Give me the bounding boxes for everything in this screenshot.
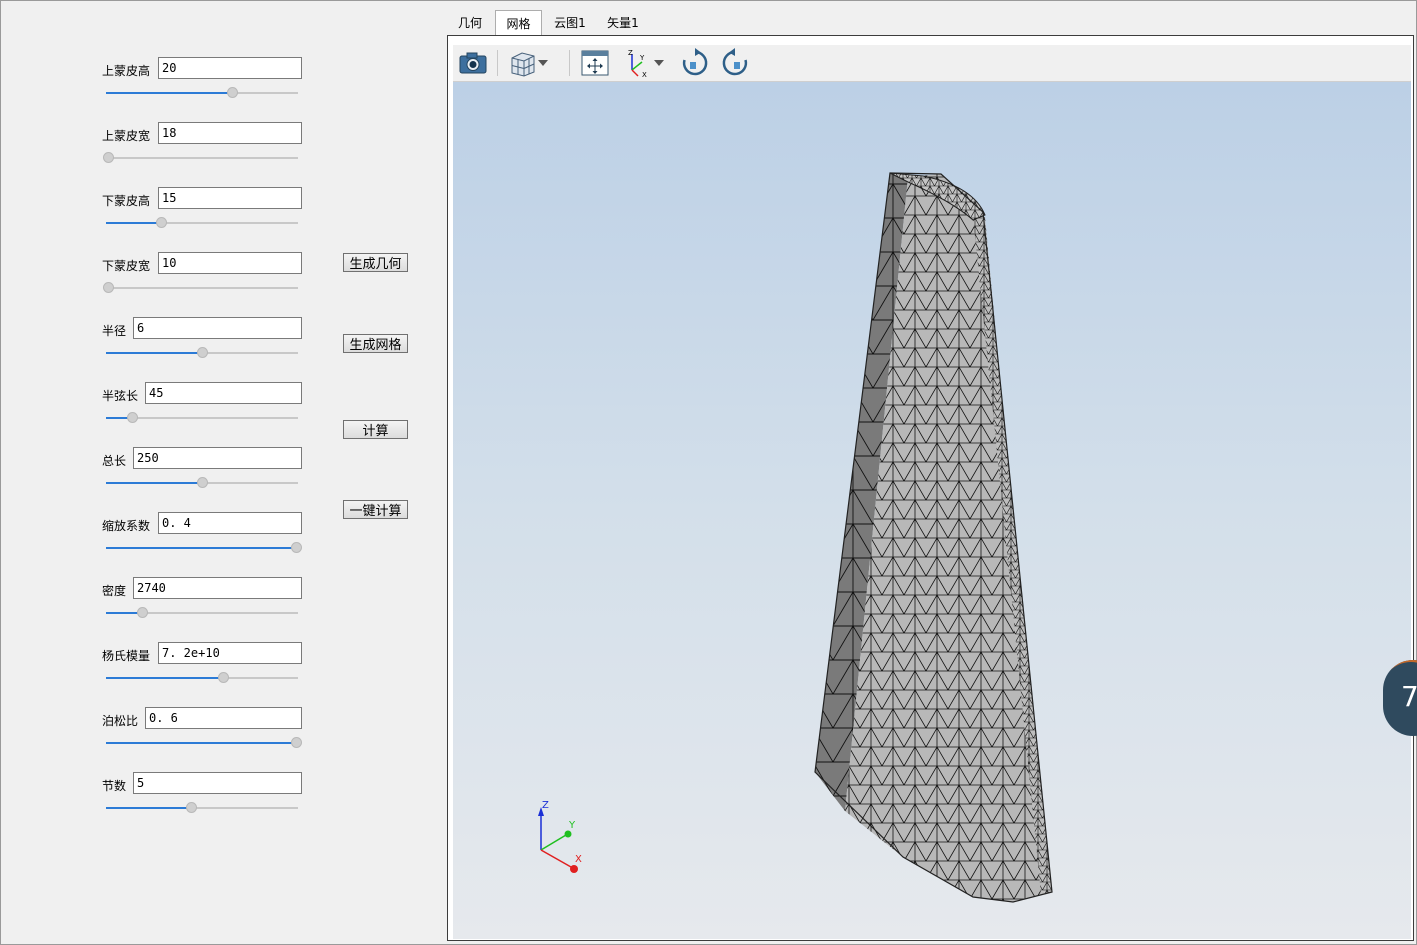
youngs-modulus-input[interactable] [158,642,302,664]
slider-handle[interactable] [197,477,208,488]
slider-handle[interactable] [185,802,197,813]
tab-label: 矢量1 [607,16,639,30]
axis-z-label: Z [542,800,549,811]
youngs-modulus-slider[interactable] [106,672,298,683]
slider-fill [106,92,233,94]
param-poisson-ratio: 泊松比 [102,707,312,757]
slider-fill [106,547,298,549]
param-section-count: 节数 [102,772,312,822]
camera-icon[interactable] [457,48,489,78]
upper-skin-width-input[interactable] [158,122,302,144]
param-upper-skin-height: 上蒙皮高 [102,57,312,107]
badge-text: 7 [1401,680,1417,713]
wing-mesh: Z Y X [538,172,1053,903]
scale-factor-slider[interactable] [106,542,302,553]
svg-text:Y: Y [639,54,645,62]
axis-triad: Z Y X [538,800,582,873]
param-label: 下蒙皮宽 [102,259,151,273]
param-label: 缩放系数 [102,519,151,533]
slider-handle[interactable] [291,737,302,748]
scale-factor-input[interactable] [158,512,302,534]
dropdown-arrow-icon[interactable] [651,48,667,78]
param-label: 半弦长 [102,389,139,403]
generate-geometry-button[interactable]: 生成几何 [343,253,408,272]
generate-mesh-button[interactable]: 生成网格 [343,334,408,353]
poisson-ratio-slider[interactable] [106,737,302,748]
slider-handle[interactable] [217,672,229,683]
param-radius: 半径 [102,317,312,367]
tab-label: 云图1 [554,16,586,30]
section-count-input[interactable] [133,772,302,794]
param-label: 上蒙皮高 [102,64,151,78]
rotate-cw-icon[interactable] [679,48,711,78]
half-chord-input[interactable] [145,382,302,404]
tab-label: 几何 [457,16,482,30]
tab-contour-1[interactable]: 云图1 [545,10,595,35]
param-total-length: 总长 [102,447,312,497]
axis-y-label: Y [568,820,576,831]
slider-fill [106,807,191,809]
slider-handle[interactable] [227,87,239,98]
svg-text:Z: Z [628,49,633,57]
slider-handle[interactable] [103,282,114,293]
radius-input[interactable] [133,317,302,339]
dropdown-arrow-icon[interactable] [535,48,551,78]
compute-button[interactable]: 计算 [343,420,408,439]
param-half-chord: 半弦长 [102,382,312,432]
tab-label: 网格 [506,17,531,31]
param-label: 节数 [102,779,127,793]
slider-fill [106,352,202,354]
param-label: 上蒙皮宽 [102,129,151,143]
param-label: 密度 [102,584,127,598]
param-lower-skin-width: 下蒙皮宽 [102,252,312,302]
slider-fill [106,677,224,679]
svg-text:X: X [642,71,647,78]
total-length-input[interactable] [133,447,302,469]
lower-skin-height-slider[interactable] [106,217,298,228]
slider-handle[interactable] [197,347,208,358]
mesh-viewer: Z Y X Z Y X [447,35,1414,941]
slider-handle[interactable] [103,152,114,163]
radius-slider[interactable] [106,347,298,358]
section-count-slider[interactable] [106,802,298,813]
param-label: 下蒙皮高 [102,194,151,208]
density-input[interactable] [133,577,302,599]
param-youngs-modulus: 杨氏模量 [102,642,312,692]
lower-skin-width-input[interactable] [158,252,302,274]
param-label: 杨氏模量 [102,649,151,663]
slider-fill [106,222,160,224]
half-chord-slider[interactable] [106,412,298,423]
param-label: 泊松比 [102,714,139,728]
slider-handle[interactable] [291,542,302,553]
slider-handle[interactable] [136,607,148,618]
rotate-ccw-icon[interactable] [719,48,751,78]
axis-x-label: X [575,854,582,865]
param-scale-factor: 缩放系数 [102,512,312,562]
upper-skin-height-input[interactable] [158,57,302,79]
3d-view[interactable]: Z Y X [453,82,1411,939]
density-slider[interactable] [106,607,298,618]
viewer-toolbar: Z Y X [453,45,1411,82]
upper-skin-height-slider[interactable] [106,87,298,98]
tab-mesh[interactable]: 网格 [495,10,542,36]
param-density: 密度 [102,577,312,627]
slider-handle[interactable] [155,217,167,228]
param-upper-skin-width: 上蒙皮宽 [102,122,312,172]
fit-all-icon[interactable] [579,48,611,78]
one-click-compute-button[interactable]: 一键计算 [343,500,408,519]
lower-skin-height-input[interactable] [158,187,302,209]
tab-vector-1[interactable]: 矢量1 [598,10,648,35]
total-length-slider[interactable] [106,477,298,488]
slider-handle[interactable] [127,412,139,423]
lower-skin-width-slider[interactable] [103,282,298,293]
param-label: 半径 [102,324,127,338]
poisson-ratio-input[interactable] [145,707,302,729]
upper-skin-width-slider[interactable] [103,152,298,163]
param-lower-skin-height: 下蒙皮高 [102,187,312,237]
slider-fill [106,612,141,614]
slider-fill [106,742,298,744]
slider-fill [106,482,202,484]
param-label: 总长 [102,454,127,468]
tab-geometry[interactable]: 几何 [448,10,492,35]
